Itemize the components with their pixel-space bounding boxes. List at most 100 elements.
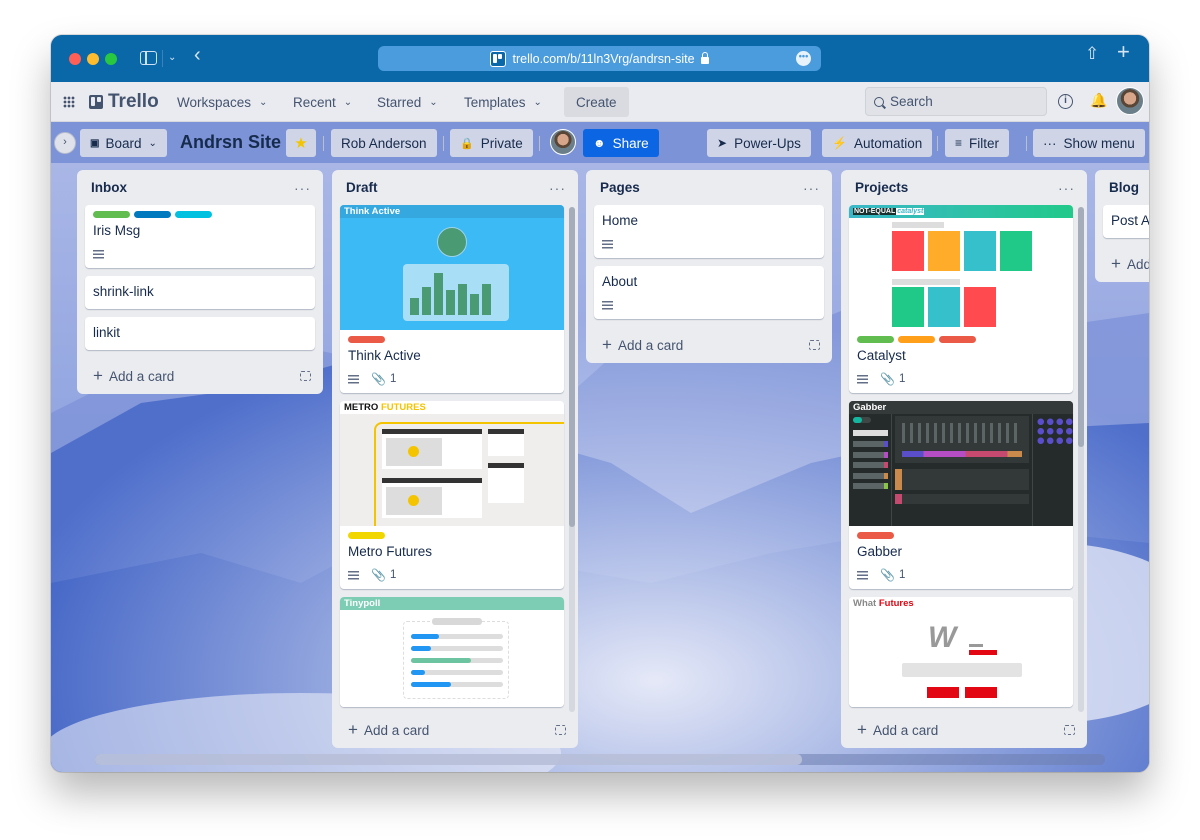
card-linkit[interactable]: linkit — [85, 317, 315, 350]
nav-label: Recent — [293, 94, 336, 110]
share-icon[interactable]: ⇧ — [1085, 45, 1099, 62]
list-title[interactable]: Pages — [600, 180, 640, 195]
info-icon[interactable]: i — [1058, 94, 1073, 109]
add-card-label: Add a card — [872, 723, 939, 738]
list-title[interactable]: Inbox — [91, 180, 127, 195]
filter-button[interactable]: ≡ Filter — [945, 129, 1010, 157]
automation-button[interactable]: ⚡ Automation — [822, 129, 933, 157]
list-menu-icon[interactable]: ··· — [294, 180, 311, 196]
star-icon: ★ — [294, 135, 308, 152]
card-title: shrink-link — [93, 284, 154, 299]
nav-recent[interactable]: Recent ⌄ — [285, 88, 360, 116]
card-post-a[interactable]: Post A — [1103, 205, 1149, 238]
list-scrollbar[interactable] — [569, 207, 575, 712]
search-input[interactable]: Search — [865, 87, 1047, 116]
create-from-template-icon[interactable] — [809, 340, 820, 350]
card-catalyst[interactable]: NOT-EQUAL catalyst Catalyst 📎 1 — [849, 205, 1073, 393]
filter-icon: ≡ — [955, 136, 963, 150]
create-from-template-icon[interactable] — [555, 725, 566, 735]
card-about[interactable]: About — [594, 266, 824, 319]
app-switcher-icon[interactable] — [63, 96, 75, 108]
label-blue[interactable] — [134, 211, 171, 218]
visibility-button[interactable]: 🔒 Private — [450, 129, 533, 157]
lock-icon — [700, 52, 709, 64]
address-bar[interactable]: trello.com/b/11ln3Vrg/andrsn-site ••• — [378, 46, 821, 71]
create-from-template-icon[interactable] — [300, 371, 311, 381]
card-home[interactable]: Home — [594, 205, 824, 258]
power-ups-button[interactable]: ➤ Power-Ups — [707, 129, 811, 157]
browser-window: ⌄ ‹ trello.com/b/11ln3Vrg/andrsn-site ••… — [51, 35, 1149, 772]
label-red[interactable] — [857, 532, 894, 539]
nav-workspaces[interactable]: Workspaces ⌄ — [169, 88, 275, 116]
card-shrink-link[interactable]: shrink-link — [85, 276, 315, 309]
add-card-button[interactable]: + Add a card — [77, 358, 323, 394]
more-icon[interactable]: ••• — [796, 51, 811, 66]
workspace-button[interactable]: Rob Anderson — [331, 129, 437, 157]
label-green[interactable] — [857, 336, 894, 343]
cover-bar-graphic — [403, 264, 509, 321]
add-card-button[interactable]: + Add a card — [332, 712, 578, 748]
show-menu-label: Show menu — [1063, 135, 1135, 151]
list-title[interactable]: Projects — [855, 180, 908, 195]
nav-templates[interactable]: Templates ⌄ — [456, 88, 550, 116]
board-horizontal-scrollbar[interactable] — [95, 754, 1105, 765]
create-button[interactable]: Create — [564, 87, 629, 117]
card-cover: Think Active — [340, 205, 564, 330]
create-from-template-icon[interactable] — [1064, 725, 1075, 735]
list-title[interactable]: Blog — [1109, 180, 1139, 195]
add-card-button[interactable]: + Add a card — [586, 327, 832, 363]
sidebar-icon[interactable] — [140, 51, 157, 65]
card-metro-futures[interactable]: METRO FUTURES Metro Futures 📎 1 — [340, 401, 564, 589]
chevron-down-icon[interactable]: ⌄ — [168, 51, 176, 65]
cover-title: Gabber — [849, 401, 1073, 414]
label-sky[interactable] — [175, 211, 212, 218]
list-inbox: Inbox ··· Iris Msg shrink-link linkit + … — [77, 170, 323, 394]
list-blog: Blog Post A + Add a card — [1095, 170, 1149, 282]
board-title[interactable]: Andrsn Site — [180, 132, 281, 153]
label-orange[interactable] — [898, 336, 935, 343]
list-menu-icon[interactable]: ··· — [549, 180, 566, 196]
scrollbar-thumb[interactable] — [95, 754, 802, 765]
card-iris-msg[interactable]: Iris Msg — [85, 205, 315, 268]
label-green[interactable] — [93, 211, 130, 218]
board-member-avatar[interactable] — [550, 129, 576, 155]
new-tab-icon[interactable]: + — [1117, 41, 1130, 63]
trello-logo[interactable]: Trello — [89, 91, 159, 113]
expand-sidebar-button[interactable]: › — [54, 132, 76, 154]
card-what-futures[interactable]: What Futures W — [849, 597, 1073, 707]
share-button[interactable]: ☻ Share — [583, 129, 659, 157]
add-card-label: Add a card — [363, 723, 430, 738]
add-member-icon: ☻ — [593, 136, 606, 150]
board-view-switcher[interactable]: ▣ Board ⌄ — [80, 129, 167, 157]
add-card-button[interactable]: + Add a card — [1095, 246, 1149, 282]
star-board-button[interactable]: ★ — [286, 129, 316, 157]
rocket-icon: ➤ — [717, 136, 728, 150]
user-avatar[interactable] — [1116, 87, 1144, 115]
show-menu-button[interactable]: ··· Show menu — [1033, 129, 1145, 157]
label-red[interactable] — [939, 336, 976, 343]
back-icon[interactable]: ‹ — [194, 45, 201, 65]
more-icon: ··· — [1043, 135, 1057, 151]
list-menu-icon[interactable]: ··· — [1058, 180, 1075, 196]
nav-starred[interactable]: Starred ⌄ — [369, 88, 446, 116]
url-text[interactable]: trello.com/b/11ln3Vrg/andrsn-site — [512, 52, 694, 66]
add-card-button[interactable]: + Add a card — [841, 712, 1087, 748]
board-view-icon: ▣ — [90, 137, 100, 149]
label-red[interactable] — [348, 336, 385, 343]
list-menu-icon[interactable]: ··· — [803, 180, 820, 196]
notifications-bell-icon[interactable]: 🔔 — [1090, 92, 1107, 109]
close-window-button[interactable] — [69, 53, 81, 65]
card-cover: NOT-EQUAL catalyst — [849, 205, 1073, 330]
app-header: Trello Workspaces ⌄ Recent ⌄ Starred ⌄ Temp… — [51, 82, 1149, 122]
label-yellow[interactable] — [348, 532, 385, 539]
minimize-window-button[interactable] — [87, 53, 99, 65]
card-gabber[interactable]: Gabber Gabber 📎 1 — [849, 401, 1073, 589]
zoom-window-button[interactable] — [105, 53, 117, 65]
list-title[interactable]: Draft — [346, 180, 378, 195]
card-think-active[interactable]: Think Active Think Active 📎 1 — [340, 205, 564, 393]
plus-icon: + — [1111, 254, 1121, 273]
card-cover: Tinypoll — [340, 597, 564, 707]
card-tinypoll[interactable]: Tinypoll — [340, 597, 564, 707]
list-scrollbar[interactable] — [1078, 207, 1084, 712]
chevron-down-icon: ⌄ — [429, 96, 438, 108]
